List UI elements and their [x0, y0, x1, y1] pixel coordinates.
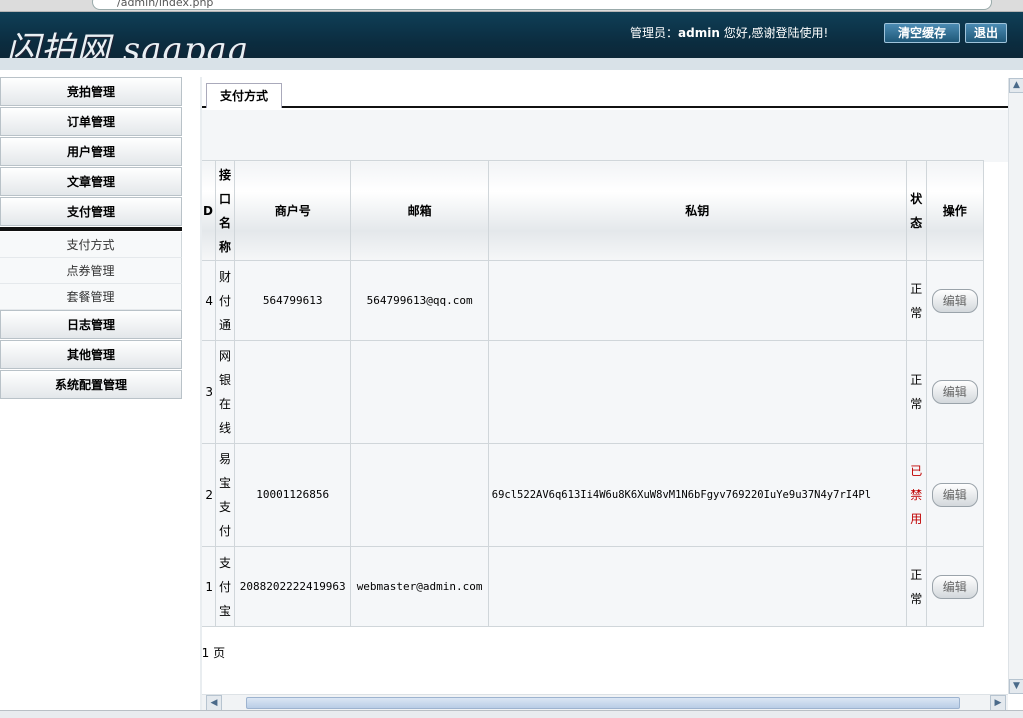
edit-button[interactable]: 编辑 — [931, 288, 978, 313]
cell-status: 正常 — [905, 260, 927, 341]
cell-name-text: 易宝支付 — [218, 452, 231, 538]
cell-name: 易宝支付 — [214, 443, 235, 547]
column-header-status[interactable]: 状态 — [905, 160, 927, 261]
scroll-down-arrow-icon[interactable]: ▼ — [1009, 679, 1023, 694]
sidebar-subitem-coupons[interactable]: 点券管理 — [0, 258, 182, 284]
edit-button[interactable]: 编辑 — [931, 483, 978, 507]
cell-name-text: 财付通 — [218, 269, 231, 332]
cell-merchant: 2088202222419963 — [233, 546, 352, 627]
vertical-scrollbar[interactable]: ▲ ▼ — [1008, 78, 1023, 694]
cell-key — [487, 546, 907, 627]
welcome-message: 管理员：admin 您好,感谢登陆使用! — [630, 24, 828, 41]
cell-email — [350, 340, 489, 444]
admin-username: admin — [678, 26, 720, 40]
table-row: 1 支付宝 2088202222419963 webmaster@admin.c… — [202, 546, 985, 627]
sidebar-item-users[interactable]: 用户管理 — [0, 137, 182, 166]
pagination-info: 1/1 页 — [202, 644, 996, 661]
main-content: 支付方式 ID 接口名称 商户号 邮箱 私钥 状态 操作 4 财付通 56479… — [202, 78, 1008, 694]
cell-id: 2 — [202, 443, 216, 547]
column-header-name-label: 接口名称 — [218, 167, 231, 254]
cell-id: 1 — [202, 546, 216, 627]
cell-key — [487, 340, 907, 444]
pagination-text: 1/1 页 — [202, 646, 226, 660]
sidebar-item-logs[interactable]: 日志管理 — [0, 310, 182, 339]
cell-name-text: 支付宝 — [218, 555, 231, 618]
table-row: 3 网银在线 正常 编辑 — [202, 340, 985, 444]
header-under-bar — [0, 58, 1023, 70]
table-row: 2 易宝支付 10001126856 69cl522AV6q613Ii4W6u8… — [202, 443, 985, 547]
cell-email — [350, 443, 489, 547]
payment-table: ID 接口名称 商户号 邮箱 私钥 状态 操作 4 财付通 564799613 … — [202, 160, 985, 627]
cell-action: 编辑 — [925, 340, 985, 444]
welcome-suffix: 您好,感谢登陆使用! — [719, 26, 829, 40]
toolbar-area — [202, 110, 1008, 162]
column-header-id[interactable]: ID — [202, 160, 216, 261]
scroll-up-arrow-icon[interactable]: ▲ — [1009, 78, 1023, 93]
status-text: 正常 — [910, 281, 923, 320]
cell-merchant — [233, 340, 352, 444]
sidebar-nav: 竞拍管理 订单管理 用户管理 文章管理 支付管理 支付方式 点券管理 套餐管理 … — [0, 77, 182, 401]
column-header-email[interactable]: 邮箱 — [350, 160, 489, 261]
sidebar-subitem-packages[interactable]: 套餐管理 — [0, 284, 182, 310]
sidebar-item-other[interactable]: 其他管理 — [0, 340, 182, 369]
cell-action: 编辑 — [925, 260, 985, 341]
sidebar-active-indicator — [0, 227, 182, 231]
browser-url-field[interactable]: /admin/index.php — [92, 0, 992, 10]
sidebar-item-payment[interactable]: 支付管理 — [0, 197, 182, 226]
sidebar-item-auction[interactable]: 竞拍管理 — [0, 77, 182, 106]
cell-email: 564799613@qq.com — [350, 260, 489, 341]
clear-cache-button[interactable]: 清空缓存 — [884, 23, 960, 43]
cell-status: 正常 — [905, 340, 927, 444]
cell-key: 69cl522AV6q613Ii4W6u8K6XuW8vM1N6bFgyv769… — [487, 443, 907, 547]
tab-bar: 支付方式 — [202, 78, 1008, 108]
column-header-merchant[interactable]: 商户号 — [233, 160, 352, 261]
edit-button[interactable]: 编辑 — [931, 380, 978, 404]
status-text-disabled: 已禁用 — [910, 464, 923, 526]
cell-status: 已禁用 — [905, 443, 927, 547]
column-header-status-label: 状态 — [910, 191, 923, 230]
cell-key — [487, 260, 907, 341]
browser-address-strip: /admin/index.php — [0, 0, 1023, 12]
table-row: 4 财付通 564799613 564799613@qq.com 正常 编辑 — [202, 260, 985, 341]
sidebar-item-orders[interactable]: 订单管理 — [0, 107, 182, 136]
sidebar-item-articles[interactable]: 文章管理 — [0, 167, 182, 196]
cell-merchant: 564799613 — [233, 260, 352, 341]
cell-name-text: 网银在线 — [218, 349, 231, 435]
welcome-prefix: 管理员： — [630, 26, 679, 40]
edit-button[interactable]: 编辑 — [931, 574, 978, 599]
sidebar-item-system-config[interactable]: 系统配置管理 — [0, 370, 182, 399]
cell-name: 支付宝 — [214, 546, 235, 627]
cell-name: 网银在线 — [214, 340, 235, 444]
cell-id: 3 — [202, 340, 216, 444]
sidebar-subitem-payment-methods[interactable]: 支付方式 — [0, 232, 182, 258]
horizontal-scrollbar[interactable]: ◀ ▶ — [202, 694, 1008, 711]
scroll-thumb[interactable] — [246, 697, 960, 709]
cell-id: 4 — [202, 260, 216, 341]
cell-action: 编辑 — [925, 443, 985, 547]
cell-email: webmaster@admin.com — [350, 546, 489, 627]
browser-status-bar — [0, 710, 1023, 718]
column-header-key[interactable]: 私钥 — [487, 160, 907, 261]
column-header-name[interactable]: 接口名称 — [214, 160, 235, 261]
scroll-right-arrow-icon[interactable]: ▶ — [990, 695, 1006, 711]
cell-status: 正常 — [905, 546, 927, 627]
tab-payment-methods[interactable]: 支付方式 — [206, 83, 282, 108]
status-text: 正常 — [910, 567, 923, 606]
cell-action: 编辑 — [925, 546, 985, 627]
column-header-action: 操作 — [925, 160, 985, 261]
table-header-row: ID 接口名称 商户号 邮箱 私钥 状态 操作 — [202, 160, 985, 261]
logout-button[interactable]: 退出 — [965, 23, 1007, 43]
cell-name: 财付通 — [214, 260, 235, 341]
scroll-left-arrow-icon[interactable]: ◀ — [206, 695, 222, 711]
status-text: 正常 — [910, 373, 923, 411]
cell-merchant: 10001126856 — [233, 443, 352, 547]
